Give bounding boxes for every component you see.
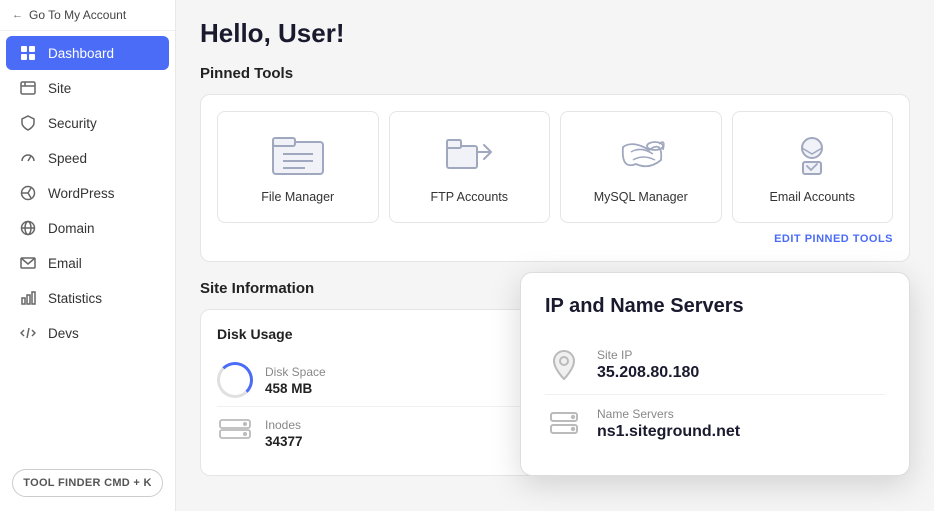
disk-usage-title: Disk Usage <box>217 326 531 342</box>
sidebar-item-dashboard[interactable]: Dashboard <box>6 36 169 70</box>
inodes-label: Inodes <box>265 418 303 432</box>
disk-space-label: Disk Space <box>265 365 326 379</box>
inodes-icon <box>217 415 253 451</box>
sidebar-item-label-security: Security <box>48 116 97 131</box>
disk-usage-card: Disk Usage Disk Space 458 MB <box>200 309 548 476</box>
sidebar-item-speed[interactable]: Speed <box>6 141 169 175</box>
ip-card-title: IP and Name Servers <box>545 295 885 318</box>
back-arrow-icon: ← <box>12 9 23 21</box>
disk-space-item: Disk Space 458 MB <box>217 354 531 407</box>
name-servers-value: ns1.siteground.net <box>597 423 740 441</box>
site-ip-value: 35.208.80.180 <box>597 364 699 382</box>
sidebar: ← Go To My Account Dashboard <box>0 0 176 511</box>
sidebar-item-label-email: Email <box>48 256 82 271</box>
site-icon <box>20 80 38 96</box>
mysql-manager-label: MySQL Manager <box>594 190 688 204</box>
inodes-text: Inodes 34377 <box>265 418 303 449</box>
sidebar-item-devs[interactable]: Devs <box>6 316 169 350</box>
sidebar-item-email[interactable]: Email <box>6 246 169 280</box>
site-ip-row: Site IP 35.208.80.180 <box>545 336 885 395</box>
sidebar-item-label-speed: Speed <box>48 151 87 166</box>
security-icon <box>20 115 38 131</box>
site-info-grid: Disk Usage Disk Space 458 MB <box>200 309 910 476</box>
email-icon <box>20 255 38 271</box>
go-to-account-label: Go To My Account <box>29 8 126 22</box>
statistics-icon <box>20 290 38 306</box>
sidebar-item-label-site: Site <box>48 81 71 96</box>
tool-card-email-accounts[interactable]: Email Accounts <box>732 111 894 223</box>
sidebar-item-statistics[interactable]: Statistics <box>6 281 169 315</box>
email-accounts-label: Email Accounts <box>770 190 855 204</box>
disk-space-value: 458 MB <box>265 381 326 396</box>
disk-space-text: Disk Space 458 MB <box>265 365 326 396</box>
name-servers-row: Name Servers ns1.siteground.net <box>545 395 885 453</box>
site-ip-label: Site IP <box>597 348 699 362</box>
tool-finder-button[interactable]: TOOL FINDER CMD + K <box>12 469 163 497</box>
sidebar-item-domain[interactable]: Domain <box>6 211 169 245</box>
file-manager-label: File Manager <box>261 190 334 204</box>
inodes-item: Inodes 34377 <box>217 407 531 459</box>
sidebar-item-label-devs: Devs <box>48 326 79 341</box>
ftp-accounts-icon <box>439 130 499 180</box>
site-info-section: Site Information Disk Usage Disk Space 4… <box>200 280 910 476</box>
pinned-tools-card: File Manager FTP Accounts <box>200 94 910 262</box>
sidebar-item-label-domain: Domain <box>48 221 95 236</box>
name-servers-text: Name Servers ns1.siteground.net <box>597 407 740 441</box>
wordpress-icon <box>20 185 38 201</box>
inodes-value: 34377 <box>265 434 303 449</box>
ip-name-servers-card: IP and Name Servers Site IP 35.208.80.18… <box>520 272 910 476</box>
name-servers-label: Name Servers <box>597 407 740 421</box>
pinned-tools-title: Pinned Tools <box>200 65 910 82</box>
ip-card-container: IP and Name Servers Site IP 35.208.80.18… <box>562 309 910 476</box>
edit-pinned-tools-link[interactable]: EDIT PINNED TOOLS <box>217 233 893 245</box>
file-manager-icon <box>268 130 328 180</box>
tool-card-mysql-manager[interactable]: MySQL Manager <box>560 111 722 223</box>
tool-card-file-manager[interactable]: File Manager <box>217 111 379 223</box>
email-accounts-icon <box>782 130 842 180</box>
sidebar-nav: Dashboard Site Security <box>0 31 175 459</box>
sidebar-item-security[interactable]: Security <box>6 106 169 140</box>
sidebar-item-label-statistics: Statistics <box>48 291 102 306</box>
speed-icon <box>20 150 38 166</box>
site-ip-text: Site IP 35.208.80.180 <box>597 348 699 382</box>
page-title: Hello, User! <box>200 18 910 49</box>
name-servers-icon <box>545 405 583 443</box>
main-content: Hello, User! Pinned Tools <box>176 0 934 511</box>
mysql-manager-icon <box>611 130 671 180</box>
sidebar-item-wordpress[interactable]: WordPress <box>6 176 169 210</box>
pinned-tools-grid: File Manager FTP Accounts <box>217 111 893 223</box>
sidebar-item-label-wordpress: WordPress <box>48 186 115 201</box>
ftp-accounts-label: FTP Accounts <box>430 190 508 204</box>
dashboard-icon <box>20 45 38 61</box>
sidebar-item-site[interactable]: Site <box>6 71 169 105</box>
tool-card-ftp-accounts[interactable]: FTP Accounts <box>389 111 551 223</box>
pinned-tools-section: Pinned Tools File Manager <box>200 65 910 262</box>
disk-space-chart-icon <box>217 362 253 398</box>
site-ip-icon <box>545 346 583 384</box>
sidebar-item-label-dashboard: Dashboard <box>48 46 114 61</box>
go-to-account-link[interactable]: ← Go To My Account <box>0 0 175 31</box>
domain-icon <box>20 220 38 236</box>
devs-icon <box>20 325 38 341</box>
